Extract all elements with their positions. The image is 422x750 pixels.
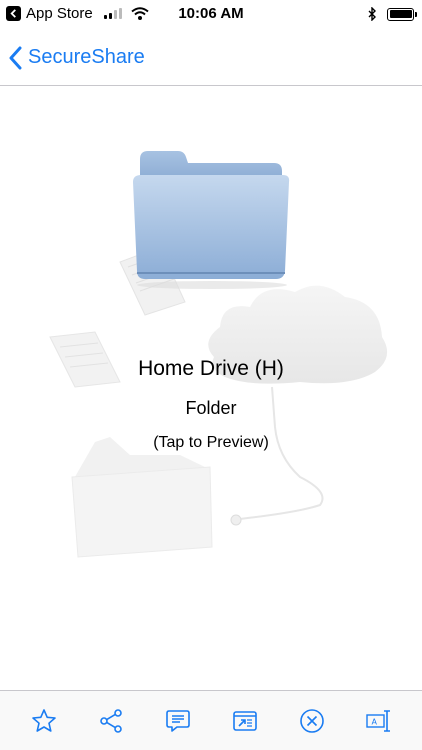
comment-button[interactable] xyxy=(158,701,198,741)
open-in-icon xyxy=(232,710,257,731)
comment-icon xyxy=(165,709,190,732)
navigation-bar: SecureShare xyxy=(0,30,422,86)
close-file-button[interactable] xyxy=(292,701,332,741)
status-right xyxy=(368,7,417,21)
tap-to-preview-hint[interactable]: (Tap to Preview) xyxy=(0,434,422,452)
bottom-toolbar: A xyxy=(0,690,422,750)
share-button[interactable] xyxy=(91,701,131,741)
open-in-button[interactable] xyxy=(225,701,265,741)
status-time: 10:06 AM xyxy=(178,5,244,22)
share-icon xyxy=(99,708,122,733)
status-bar: App Store 10:06 AM xyxy=(0,0,422,30)
close-circle-icon xyxy=(299,708,324,733)
rename-icon: A xyxy=(365,709,390,732)
back-button[interactable]: SecureShare xyxy=(8,46,145,70)
bluetooth-icon xyxy=(368,7,376,21)
star-icon xyxy=(31,708,56,732)
file-name[interactable]: Home Drive (H) xyxy=(0,357,422,381)
cloud-sharing-illustration xyxy=(49,151,388,558)
file-preview-area[interactable]: Home Drive (H) Folder (Tap to Preview) xyxy=(0,87,422,690)
svg-text:A: A xyxy=(371,717,377,726)
chevron-left-icon xyxy=(9,46,22,69)
favorite-button[interactable] xyxy=(24,701,64,741)
back-button-label[interactable]: SecureShare xyxy=(28,46,145,69)
rename-button[interactable]: A xyxy=(359,701,399,741)
file-type: Folder xyxy=(185,398,237,418)
battery-icon xyxy=(387,7,417,21)
